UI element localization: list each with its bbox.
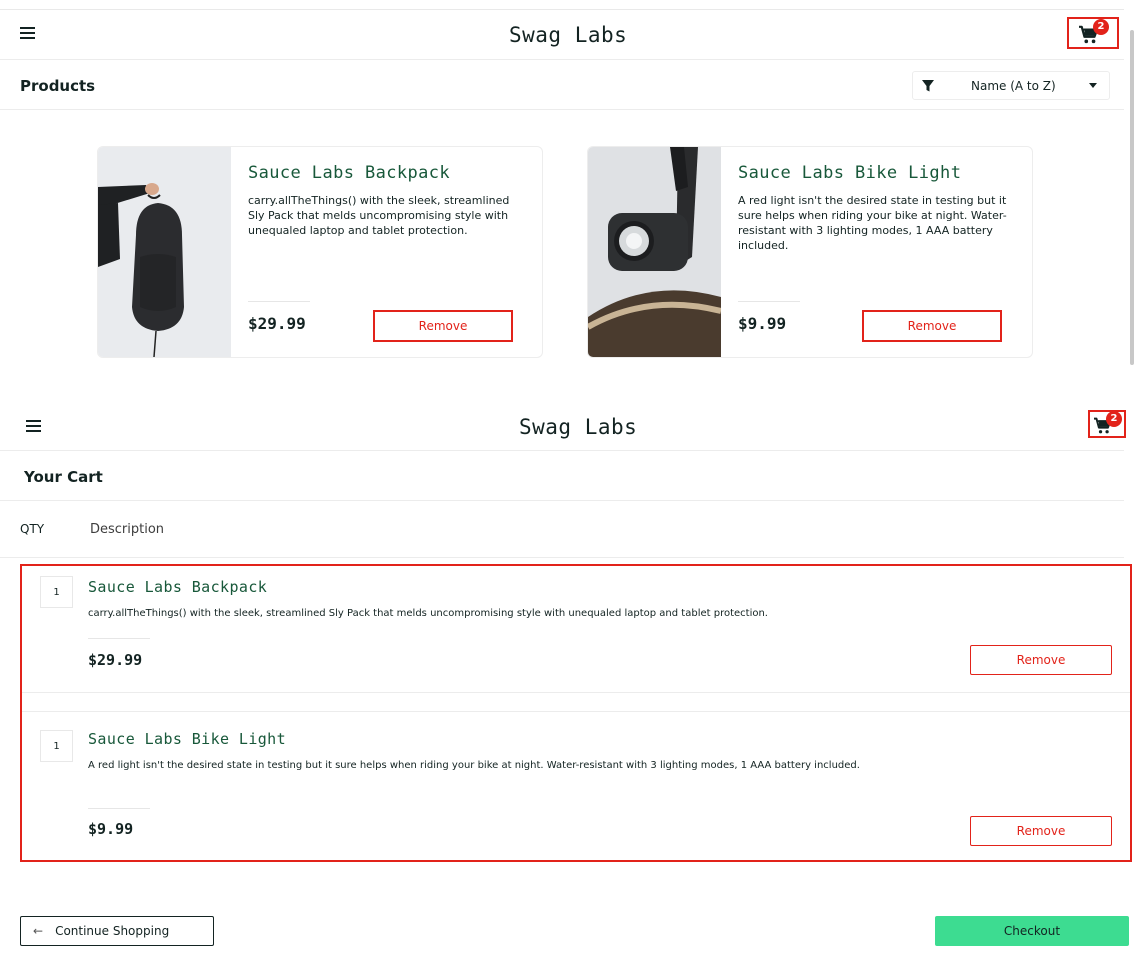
sort-dropdown[interactable]: Name (A to Z) (912, 71, 1110, 100)
product-card-bike-light: Sauce Labs Bike Light A red light isn't … (587, 146, 1033, 358)
product-card-backpack: Sauce Labs Backpack carry.allTheThings()… (97, 146, 543, 358)
menu-icon[interactable] (26, 420, 44, 434)
product-price: $29.99 (248, 314, 306, 333)
cart-item-price: $29.99 (88, 651, 143, 669)
scrollbar[interactable] (1130, 30, 1134, 365)
product-description: carry.allTheThings() with the sleek, str… (248, 194, 510, 237)
subheader-divider (0, 109, 1124, 110)
product-description: A red light isn't the desired state in t… (738, 194, 1007, 252)
cart-list: 1 Sauce Labs Backpack carry.allTheThings… (20, 564, 1132, 862)
sort-selected-value: Name (A to Z) (971, 79, 1056, 93)
cart-badge: 2 (1093, 19, 1109, 35)
remove-bike-light-button[interactable]: Remove (970, 816, 1112, 846)
cart-badge: 2 (1106, 411, 1122, 427)
product-price: $9.99 (738, 314, 787, 333)
cart-screen: Swag Labs 2 Your Cart QTY Description 1 … (0, 376, 1134, 974)
remove-backpack-button[interactable]: Remove (373, 310, 513, 342)
bike-light-image[interactable] (588, 147, 721, 357)
description-column-header: Description (90, 522, 165, 537)
header-divider (0, 450, 1124, 451)
backpack-image[interactable] (98, 147, 231, 357)
inventory-screen: Swag Labs 2 Products Name (A to Z) Sauce… (0, 0, 1134, 368)
price-divider (88, 638, 150, 639)
cart-quantity: 1 (40, 730, 73, 762)
item-divider (22, 711, 1130, 712)
filter-icon (922, 80, 934, 92)
page-title: Products (20, 77, 96, 95)
header-divider (0, 59, 1124, 60)
remove-backpack-button[interactable]: Remove (970, 645, 1112, 675)
menu-icon[interactable] (20, 27, 38, 41)
qty-column-header: QTY (20, 522, 45, 536)
page-title: Your Cart (24, 468, 103, 486)
top-divider (0, 9, 1124, 10)
column-header-divider (0, 557, 1124, 558)
item-divider (22, 692, 1130, 693)
cart-item-name[interactable]: Sauce Labs Backpack (88, 578, 267, 596)
continue-shopping-button[interactable]: ← Continue Shopping (20, 916, 214, 946)
cart-item-description: A red light isn't the desired state in t… (88, 760, 860, 771)
product-name[interactable]: Sauce Labs Backpack (248, 163, 450, 183)
chevron-down-icon (1089, 83, 1097, 88)
app-title: Swag Labs (519, 415, 638, 439)
remove-bike-light-button[interactable]: Remove (862, 310, 1002, 342)
checkout-button[interactable]: Checkout (935, 916, 1129, 946)
app-title: Swag Labs (509, 23, 628, 47)
price-divider (738, 301, 800, 302)
cart-item-name[interactable]: Sauce Labs Bike Light (88, 730, 286, 748)
product-name[interactable]: Sauce Labs Bike Light (738, 163, 961, 183)
price-divider (248, 301, 310, 302)
continue-shopping-label: Continue Shopping (55, 924, 170, 938)
arrow-left-icon: ← (33, 924, 44, 938)
cart-quantity: 1 (40, 576, 73, 608)
subheader-divider (0, 500, 1124, 501)
cart-item-description: carry.allTheThings() with the sleek, str… (88, 608, 768, 619)
price-divider (88, 808, 150, 809)
cart-item-price: $9.99 (88, 820, 134, 838)
